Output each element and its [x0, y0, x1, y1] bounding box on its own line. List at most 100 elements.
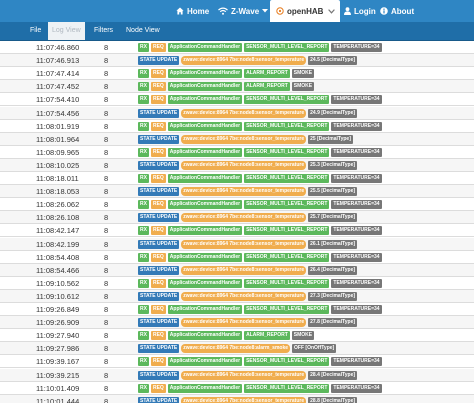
log-node: 8 [104, 383, 109, 393]
log-row[interactable]: 11:07:46.860 8 RX REQ ApplicationCommandHand… [0, 41, 474, 54]
log-row[interactable]: 11:08:18.011 8 RX REQ ApplicationCommandHand… [0, 172, 474, 185]
log-row[interactable]: 11:09:10.562 8 RX REQ ApplicationCommandHand… [0, 277, 474, 290]
tab-node-view[interactable]: Node View [126, 22, 160, 40]
log-row[interactable]: 11:09:39.215 8 STATE UPDATE zwave:device:89… [0, 368, 474, 382]
log-row[interactable]: 11:08:26.062 8 RX REQ ApplicationCommandHand… [0, 198, 474, 212]
log-label-req: REQ [150, 121, 166, 131]
log-row[interactable]: 11:07:47.414 8 RX REQ ApplicationCommandHand… [0, 67, 474, 81]
nav-home[interactable]: Home [176, 0, 209, 22]
log-time: 11:08:54.466 [36, 265, 80, 275]
log-label-device: zwave:device:8964 7be:node8:alarm_smoke [181, 344, 291, 354]
log-row[interactable]: 11:09:39.167 8 RX REQ ApplicationCommandHand… [0, 355, 474, 369]
log-label-state: STATE UPDATE [138, 187, 180, 197]
log-label-rx: RX [138, 121, 149, 131]
log-time: 11:09:39.167 [36, 357, 80, 367]
log-label-value: 25 [DecimalType] [308, 134, 353, 144]
log-label-handler: ApplicationCommandHandler [167, 174, 243, 183]
log-label-req: REQ [150, 305, 166, 314]
log-labels: RX REQ ApplicationCommandHandler SENSOR_MUL… [138, 252, 382, 262]
log-label-rx: RX [138, 357, 149, 367]
log-label-sensor: SENSOR_MULTI_LEVEL_REPORT [244, 252, 330, 262]
log-label-sensor: SENSOR_MULTI_LEVEL_REPORT [244, 95, 330, 105]
log-labels: RX REQ ApplicationCommandHandler ALARM_REPO… [138, 82, 315, 92]
nav-zwave[interactable]: Z-Wave [218, 0, 269, 22]
log-node: 8 [104, 69, 109, 79]
log-label-state: STATE UPDATE [138, 370, 180, 380]
log-labels: RX REQ ApplicationCommandHandler SENSOR_MUL… [138, 305, 382, 314]
log-label-handler: ApplicationCommandHandler [167, 383, 243, 393]
home-icon [176, 7, 184, 15]
log-node: 8 [104, 213, 109, 223]
log-row[interactable]: 11:08:01.919 8 RX REQ ApplicationCommandHand… [0, 120, 474, 133]
log-label-value: TEMPERATURE=34 [331, 95, 382, 105]
log-row[interactable]: 11:09:10.612 8 STATE UPDATE zwave:device:89… [0, 289, 474, 303]
log-row[interactable]: 11:08:42.199 8 STATE UPDATE zwave:device:89… [0, 237, 474, 251]
tab-log-view[interactable]: Log View [48, 22, 85, 40]
nav-openhab-label: openHAB [287, 6, 324, 16]
log-label-state: STATE UPDATE [138, 265, 180, 275]
log-label-handler: ApplicationCommandHandler [167, 226, 243, 236]
log-time: 11:09:10.612 [36, 291, 80, 301]
log-label-rx: RX [138, 278, 149, 288]
log-row[interactable]: 11:09:27.986 8 STATE UPDATE zwave:device:89… [0, 342, 474, 356]
log-node: 8 [104, 82, 109, 92]
log-row[interactable]: 11:08:54.466 8 STATE UPDATE zwave:device:89… [0, 263, 474, 277]
log-row[interactable]: 11:09:26.849 8 RX REQ ApplicationCommandHand… [0, 303, 474, 316]
log-label-state: STATE UPDATE [138, 160, 180, 170]
log-time: 11:10:01.409 [36, 383, 80, 393]
log-labels: RX REQ ApplicationCommandHandler SENSOR_MUL… [138, 95, 382, 105]
log-row[interactable]: 11:10:01.444 8 STATE UPDATE zwave:device:89… [0, 394, 474, 403]
log-labels: RX REQ ApplicationCommandHandler SENSOR_MUL… [138, 147, 382, 157]
log-label-device: zwave:device:8964 7be:node8:sensor_tempe… [181, 239, 307, 249]
nav-login[interactable]: Login [344, 0, 376, 22]
log-row[interactable]: 11:07:47.452 8 RX REQ ApplicationCommandHand… [0, 80, 474, 94]
nav-about[interactable]: About [380, 0, 414, 22]
log-labels: STATE UPDATE zwave:device:8964 7be:node8:… [138, 187, 358, 197]
log-row[interactable]: 11:09:27.940 8 RX REQ ApplicationCommandHand… [0, 329, 474, 343]
log-time: 11:09:10.562 [36, 278, 80, 288]
log-label-device: zwave:device:8964 7be:node8:sensor_tempe… [181, 265, 307, 275]
log-label-sensor: ALARM_REPORT [244, 331, 290, 341]
log-row[interactable]: 11:08:01.964 8 STATE UPDATE zwave:device:89… [0, 132, 474, 146]
tab-file[interactable]: File [30, 22, 41, 40]
log-row[interactable]: 11:08:26.108 8 STATE UPDATE zwave:device:89… [0, 211, 474, 225]
log-node: 8 [104, 370, 109, 380]
log-row[interactable]: 11:09:26.909 8 STATE UPDATE zwave:device:89… [0, 316, 474, 330]
log-row[interactable]: 11:08:42.147 8 RX REQ ApplicationCommandHand… [0, 224, 474, 238]
log-label-sensor: SENSOR_MULTI_LEVEL_REPORT [244, 174, 330, 183]
navbar: Home Z-Wave openHAB Login About [0, 0, 474, 22]
log-labels: RX REQ ApplicationCommandHandler SENSOR_MUL… [138, 357, 382, 367]
log-labels: STATE UPDATE zwave:device:8964 7be:node8:… [138, 344, 337, 354]
log-row[interactable]: 11:08:09.965 8 RX REQ ApplicationCommandHand… [0, 146, 474, 159]
log-label-state: STATE UPDATE [138, 291, 180, 301]
log-node: 8 [104, 291, 109, 301]
log-row[interactable]: 11:07:54.410 8 RX REQ ApplicationCommandHand… [0, 93, 474, 107]
log-node: 8 [104, 252, 109, 262]
log-label-handler: ApplicationCommandHandler [167, 121, 243, 131]
log-label-req: REQ [150, 43, 166, 52]
log-label-req: REQ [150, 278, 166, 288]
tab-filters[interactable]: Filters [94, 22, 113, 40]
log-label-req: REQ [150, 226, 166, 236]
log-label-device: zwave:device:8964 7be:node8:sensor_tempe… [181, 291, 307, 301]
log-label-sensor: SENSOR_MULTI_LEVEL_REPORT [244, 43, 330, 52]
log-labels: STATE UPDATE zwave:device:8964 7be:node8:… [138, 265, 358, 275]
log-row[interactable]: 11:10:01.409 8 RX REQ ApplicationCommandHand… [0, 382, 474, 395]
log-label-device: zwave:device:8964 7be:node8:sensor_tempe… [181, 56, 307, 66]
log-label-device: zwave:device:8964 7be:node8:sensor_tempe… [181, 213, 307, 223]
log-row[interactable]: 11:08:54.408 8 RX REQ ApplicationCommandHand… [0, 251, 474, 264]
log-label-value: 26.4 [DecimalType] [308, 265, 358, 275]
log-node: 8 [104, 331, 109, 341]
log-row[interactable]: 11:08:18.053 8 STATE UPDATE zwave:device:89… [0, 185, 474, 199]
log-label-handler: ApplicationCommandHandler [167, 82, 243, 92]
log-label-value: TEMPERATURE=34 [331, 383, 382, 393]
log-label-rx: RX [138, 252, 149, 262]
log-row[interactable]: 11:08:10.025 8 STATE UPDATE zwave:device:89… [0, 158, 474, 172]
log-label-state: STATE UPDATE [138, 318, 180, 328]
log-label-device: zwave:device:8964 7be:node8:sensor_tempe… [181, 187, 307, 197]
log-label-handler: ApplicationCommandHandler [167, 278, 243, 288]
nav-openhab[interactable]: openHAB [270, 0, 340, 22]
log-row[interactable]: 11:07:54.456 8 STATE UPDATE zwave:device:89… [0, 106, 474, 120]
nav-about-label: About [391, 6, 415, 16]
log-row[interactable]: 11:07:46.913 8 STATE UPDATE zwave:device:89… [0, 54, 474, 68]
